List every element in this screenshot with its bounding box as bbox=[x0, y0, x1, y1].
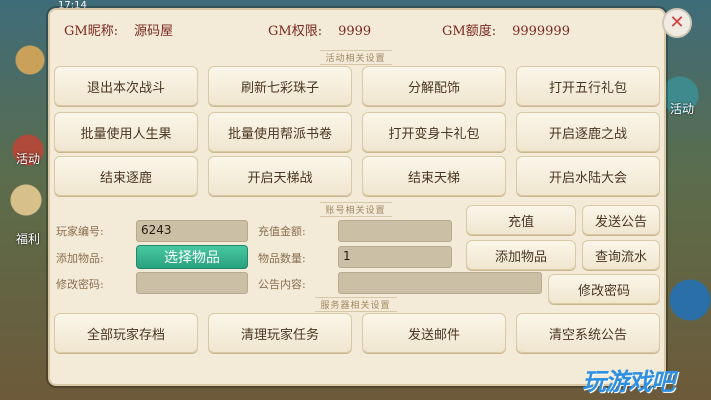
item-quantity-label: 物品数量: bbox=[258, 252, 306, 265]
save-all-players-button[interactable]: 全部玩家存档 bbox=[54, 313, 198, 353]
announcement-label: 公告内容: bbox=[258, 278, 306, 291]
send-mail-button[interactable]: 发送邮件 bbox=[362, 313, 506, 353]
start-ladder-battle-button[interactable]: 开启天梯战 bbox=[208, 156, 352, 196]
change-password-label: 修改密码: bbox=[56, 278, 104, 291]
open-five-element-pack-button[interactable]: 打开五行礼包 bbox=[516, 66, 660, 106]
section-activity-title: 活动相关设置 bbox=[319, 50, 392, 65]
gm-permission-label: GM权限: bbox=[268, 24, 323, 39]
close-button[interactable]: ✕ bbox=[662, 8, 692, 38]
item-quantity-input[interactable]: 1 bbox=[338, 246, 452, 268]
recharge-amount-label: 充值金额: bbox=[258, 225, 306, 238]
quit-battle-button[interactable]: 退出本次战斗 bbox=[54, 66, 198, 106]
gm-nickname: GM昵称: 源码屋 bbox=[64, 20, 173, 39]
section-server-title: 服务器相关设置 bbox=[314, 297, 397, 312]
player-id-input[interactable]: 6243 bbox=[136, 220, 248, 242]
batch-use-guild-scroll-button[interactable]: 批量使用帮派书卷 bbox=[208, 112, 352, 152]
batch-use-fruit-button[interactable]: 批量使用人生果 bbox=[54, 112, 198, 152]
gm-quota-value: 9999999 bbox=[512, 24, 570, 39]
add-item-label: 添加物品: bbox=[56, 252, 104, 265]
start-water-land-button[interactable]: 开启水陆大会 bbox=[516, 156, 660, 196]
add-item-button[interactable]: 添加物品 bbox=[466, 240, 576, 270]
player-id-label: 玩家编号: bbox=[56, 225, 104, 238]
gm-permission: GM权限: 9999 bbox=[268, 20, 371, 39]
gm-quota-label: GM额度: bbox=[442, 24, 497, 39]
end-deer-battle-button[interactable]: 结束逐鹿 bbox=[54, 156, 198, 196]
gm-nickname-label: GM昵称: bbox=[64, 24, 119, 39]
open-transform-card-pack-button[interactable]: 打开变身卡礼包 bbox=[362, 112, 506, 152]
clear-system-announcement-button[interactable]: 清空系统公告 bbox=[516, 313, 660, 353]
end-ladder-button[interactable]: 结束天梯 bbox=[362, 156, 506, 196]
section-account-title: 账号相关设置 bbox=[319, 202, 392, 217]
change-password-button[interactable]: 修改密码 bbox=[548, 274, 660, 304]
close-icon: ✕ bbox=[669, 12, 685, 33]
gm-nickname-value: 源码屋 bbox=[134, 24, 174, 39]
side-activity-right-label[interactable]: 活动 bbox=[670, 100, 694, 117]
recharge-amount-input[interactable] bbox=[338, 220, 452, 242]
decompose-accessory-button[interactable]: 分解配饰 bbox=[362, 66, 506, 106]
refresh-beads-button[interactable]: 刷新七彩珠子 bbox=[208, 66, 352, 106]
gm-permission-value: 9999 bbox=[338, 24, 372, 39]
password-input[interactable] bbox=[136, 272, 248, 294]
announcement-input[interactable] bbox=[338, 272, 542, 294]
select-item-button[interactable]: 选择物品 bbox=[136, 245, 248, 269]
side-activity-label[interactable]: 活动 bbox=[16, 150, 40, 167]
recharge-button[interactable]: 充值 bbox=[466, 205, 576, 235]
gm-quota: GM额度: 9999999 bbox=[442, 20, 570, 39]
query-flow-button[interactable]: 查询流水 bbox=[582, 240, 660, 270]
side-gift-label[interactable]: 福利 bbox=[16, 230, 40, 247]
start-deer-battle-button[interactable]: 开启逐鹿之战 bbox=[516, 112, 660, 152]
clear-player-tasks-button[interactable]: 清理玩家任务 bbox=[208, 313, 352, 353]
watermark-logo: 玩游戏吧 bbox=[582, 368, 675, 396]
send-announcement-button[interactable]: 发送公告 bbox=[582, 205, 660, 235]
